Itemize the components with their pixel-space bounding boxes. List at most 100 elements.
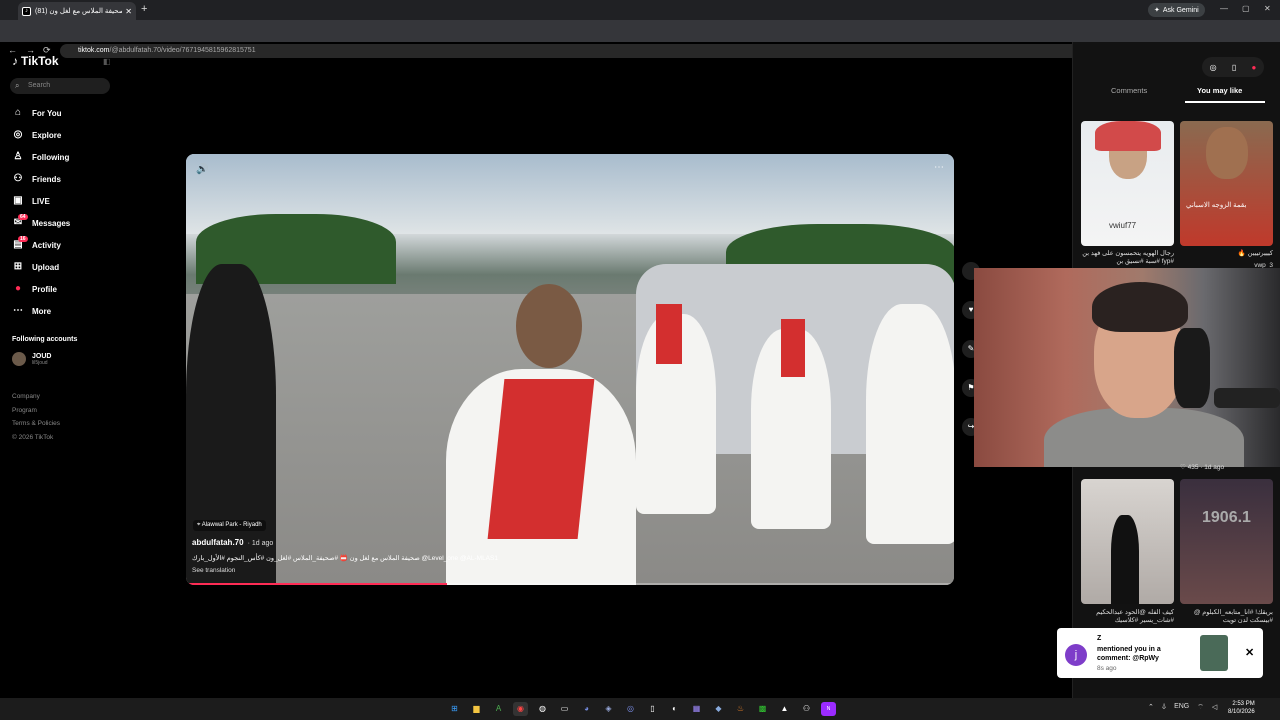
account-handle: lil5joud	[32, 359, 48, 366]
language-indicator[interactable]: ENG	[1174, 703, 1189, 712]
sidebar-item-activity[interactable]: ▤ 16 Activity	[12, 234, 70, 256]
sidebar-item-explore[interactable]: ◎ Explore	[12, 124, 70, 146]
app-icon[interactable]: ◍	[535, 702, 550, 716]
app-icon[interactable]: ▯	[645, 702, 660, 716]
sidebar-item-label: LIVE	[32, 196, 50, 206]
location-tag[interactable]: ⌖ Alawwal Park - Riyadh	[193, 520, 266, 531]
sidebar-item-messages[interactable]: ✉ 64 Messages	[12, 212, 70, 234]
chrome-icon[interactable]: ◉	[513, 702, 528, 716]
footer-link-terms[interactable]: Terms & Policies	[12, 417, 60, 431]
file-explorer-icon[interactable]: ▆	[469, 702, 484, 716]
app-icon[interactable]: ▩	[755, 702, 770, 716]
sidebar-item-more[interactable]: ⋯ More	[12, 300, 70, 322]
windows-start-icon[interactable]: ⊞	[447, 702, 462, 716]
microphone-icon[interactable]: ⍙	[1162, 703, 1166, 712]
compass-icon[interactable]: ◎	[1210, 63, 1217, 72]
app-icon[interactable]: A	[491, 702, 506, 716]
app-icon[interactable]: ▲	[777, 702, 792, 716]
search-input[interactable]: ⌕ Search	[10, 78, 110, 94]
tiktok-note-icon: ♪	[12, 54, 18, 68]
tab-comments[interactable]: Comments	[1111, 86, 1147, 95]
location-text: Alawwal Park - Riyadh	[201, 522, 262, 528]
thumb-views: ♡ 435 · 1d ago	[1180, 464, 1225, 471]
account-name: JOUD	[32, 352, 52, 360]
video-player[interactable]: 🔊 ⋯ ⌖ Alawwal Park - Riyadh abdulfatah.7…	[186, 154, 954, 585]
volume-icon[interactable]: ◁	[1212, 703, 1217, 712]
compass-icon: ◎	[13, 129, 23, 140]
system-clock[interactable]: 2:53 PM 8/10/2026	[1228, 700, 1255, 716]
thumb-caption: كيييرتييين 🔥	[1237, 250, 1273, 257]
tray-expand-icon[interactable]: ⌃	[1148, 703, 1154, 712]
maximize-button[interactable]: ▢	[1242, 4, 1250, 13]
tab-you-may-like[interactable]: You may like	[1197, 86, 1242, 95]
sidebar-item-following[interactable]: ♙ Following	[12, 146, 70, 168]
see-translation-link[interactable]: See translation	[192, 567, 235, 574]
video-username[interactable]: abdulfatah.70	[192, 538, 244, 547]
recommended-video-thumb[interactable]	[1081, 479, 1174, 604]
tab-close-icon[interactable]: ✕	[125, 7, 132, 16]
avatar: j	[1065, 644, 1087, 666]
ask-gemini-button[interactable]: ✦ Ask Gemini	[1148, 3, 1205, 17]
recommended-video-thumb[interactable]: vwiuf77	[1081, 121, 1174, 246]
terminal-icon[interactable]: ▭	[557, 702, 572, 716]
upload-icon: ⊞	[13, 261, 23, 272]
app-icon[interactable]: ⚇	[799, 702, 814, 716]
sidebar-item-label: Friends	[32, 174, 61, 184]
following-icon: ♙	[13, 151, 23, 162]
recommended-video-thumb[interactable]: بقمة الزوجه الاسباني	[1180, 121, 1273, 246]
app-icon[interactable]: ◐	[667, 702, 682, 716]
close-icon[interactable]: ✕	[1245, 646, 1254, 659]
activity-badge: 16	[18, 236, 28, 242]
discord-icon[interactable]: ◕	[579, 702, 594, 716]
thumb-caption: رجال الهويه يتحمسون على فهد بن #fyp #سبة…	[1082, 250, 1174, 265]
phone-icon[interactable]: ▯	[1232, 63, 1236, 72]
close-window-button[interactable]: ✕	[1264, 4, 1271, 13]
followed-account[interactable]: JOUD lil5joud	[12, 352, 51, 366]
sidebar-item-label: Explore	[32, 130, 62, 140]
sidebar-item-profile[interactable]: ● Profile	[12, 278, 70, 300]
sidebar-item-label: Activity	[32, 240, 61, 250]
video-scene-person	[866, 304, 954, 544]
sidebar-item-upload[interactable]: ⊞ Upload	[12, 256, 70, 278]
app-icon[interactable]: N	[821, 702, 836, 716]
browser-tab[interactable]: ♪ (81) صحيفة الملاس مع لغل ون ✕	[18, 2, 136, 20]
thumb-face	[1206, 127, 1248, 179]
thumb-overlay-text: 1906.1	[1202, 509, 1251, 526]
steam-icon[interactable]: ◈	[601, 702, 616, 716]
app-icon[interactable]: ▦	[689, 702, 704, 716]
sidebar-item-label: Following	[32, 152, 70, 162]
minimize-button[interactable]: —	[1220, 4, 1228, 13]
network-icon[interactable]: ⌔	[1197, 703, 1204, 712]
video-more-icon[interactable]: ⋯	[934, 162, 944, 173]
mention-notification[interactable]: j Z mentioned you in a comment: @RpWy 8s…	[1057, 628, 1263, 678]
sidebar-item-for-you[interactable]: ⌂ For You	[12, 102, 70, 124]
webcam-microphone	[1214, 388, 1280, 408]
video-progress-bar[interactable]	[186, 583, 954, 585]
footer-copyright: © 2026 TikTok	[12, 433, 54, 441]
footer-link-company[interactable]: Company	[12, 390, 60, 404]
url-path: /@abdulfatah.70/video/767194581596281575…	[109, 47, 256, 54]
user-avatar-icon[interactable]: ●	[1252, 63, 1257, 72]
sidebar-item-live[interactable]: ▣ LIVE	[12, 190, 70, 212]
ask-gemini-label: Ask Gemini	[1162, 6, 1199, 14]
tiktok-sidebar: ♪ TikTok ◧ ⌕ Search ⌂ For You ◎ Explore ♙ F…	[0, 42, 120, 698]
recommended-video-thumb[interactable]: 1906.1	[1180, 479, 1273, 604]
notification-title: Z	[1097, 635, 1102, 642]
video-scene-head	[516, 284, 582, 368]
new-tab-button[interactable]: +	[141, 3, 147, 15]
footer-link-program[interactable]: Program	[12, 404, 60, 418]
sidebar-item-friends[interactable]: ⚇ Friends	[12, 168, 70, 190]
app-icon[interactable]: ◎	[623, 702, 638, 716]
thumb-person	[1111, 515, 1139, 604]
video-scene-scarf	[487, 379, 595, 539]
volume-icon[interactable]: 🔊	[196, 164, 208, 175]
video-author[interactable]: abdulfatah.70 · 1d ago	[192, 538, 273, 547]
video-scene-scarf	[781, 319, 805, 377]
app-icon[interactable]: ♨	[733, 702, 748, 716]
app-icon[interactable]: ◆	[711, 702, 726, 716]
collapse-sidebar-icon[interactable]: ◧	[103, 57, 111, 66]
video-scene-person	[186, 264, 276, 585]
gemini-icon: ✦	[1154, 7, 1160, 14]
tiktok-logo[interactable]: ♪ TikTok	[12, 54, 59, 68]
url-input[interactable]: tiktok.com/@abdulfatah.70/video/76719458…	[60, 44, 1090, 58]
